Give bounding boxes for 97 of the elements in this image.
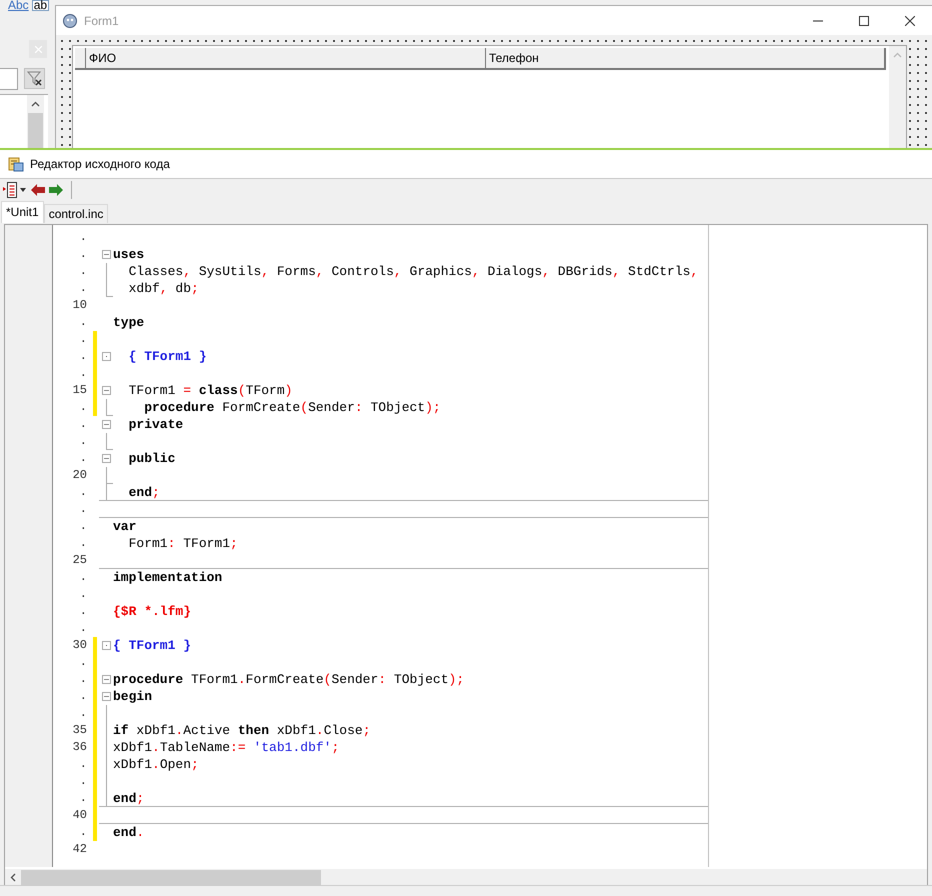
scroll-up-icon[interactable] xyxy=(31,101,40,107)
code-line: { TForm1 } xyxy=(113,637,192,654)
code-line: xDbf1.TableName:= 'tab1.dbf'; xyxy=(113,739,340,756)
line-number: . xyxy=(80,348,88,365)
right-arrow-icon xyxy=(49,184,63,196)
line-number: . xyxy=(80,620,88,637)
code-line: public xyxy=(128,450,176,467)
line-number: . xyxy=(80,501,88,518)
code-line: begin xyxy=(113,688,152,705)
filter-field[interactable] xyxy=(0,68,18,90)
code-line: private xyxy=(128,416,184,433)
back-button[interactable] xyxy=(31,184,45,196)
code-line: if xDbf1.Active then xDbf1.Close; xyxy=(113,722,371,739)
fold-minus-icon[interactable] xyxy=(102,675,111,684)
code-line: end; xyxy=(128,484,160,501)
line-number: . xyxy=(80,756,88,773)
line-number: . xyxy=(80,824,88,841)
editor-tab[interactable]: control.inc xyxy=(44,204,108,223)
fold-minus-icon[interactable] xyxy=(102,386,111,395)
palette-label[interactable]: Abc xyxy=(8,0,29,11)
jump-list-button[interactable] xyxy=(3,181,27,199)
line-number: . xyxy=(80,569,88,586)
line-number: . xyxy=(80,263,88,280)
code-line: var xyxy=(113,518,136,535)
line-number: 35 xyxy=(72,722,88,739)
code-line: procedure TForm1.FormCreate(Sender: TObject); xyxy=(113,671,464,688)
line-number: 36 xyxy=(72,739,88,756)
line-number: . xyxy=(80,654,88,671)
line-number: . xyxy=(80,484,88,501)
fold-minus-icon[interactable] xyxy=(102,250,111,259)
editor-tab[interactable]: *Unit1 xyxy=(1,201,44,223)
line-number: . xyxy=(80,229,88,246)
fold-box-icon[interactable] xyxy=(102,641,111,650)
line-number: . xyxy=(80,688,88,705)
line-number: 20 xyxy=(72,467,88,484)
app-icon xyxy=(62,12,78,28)
code-line: TForm1 = class(TForm) xyxy=(128,382,292,399)
line-number: . xyxy=(80,773,88,790)
code-line: end; xyxy=(113,790,144,807)
line-number: . xyxy=(80,450,88,467)
window-title: Редактор исходного кода xyxy=(30,157,170,171)
code-line: implementation xyxy=(113,569,222,586)
code-line: Classes, SysUtils, Forms, Controls, Graphics, Dialogs, DBGrids, StdCtrls, xyxy=(128,263,698,280)
code-line: Form1: TForm1; xyxy=(128,535,238,552)
line-number: 30 xyxy=(72,637,88,654)
line-number: . xyxy=(80,586,88,603)
fold-minus-icon[interactable] xyxy=(102,420,111,429)
vertical-scrollbar[interactable] xyxy=(27,95,44,148)
maximize-icon xyxy=(859,16,869,26)
fold-minus-icon[interactable] xyxy=(102,454,111,463)
line-number: 42 xyxy=(72,841,88,858)
line-number: . xyxy=(80,331,88,348)
horizontal-scrollbar[interactable] xyxy=(5,869,927,885)
line-number: . xyxy=(80,603,88,620)
code-line: xdbf, db; xyxy=(128,280,199,297)
data-grid[interactable]: ФИО Телефон xyxy=(72,45,907,148)
scrollbar-thumb[interactable] xyxy=(28,113,43,148)
line-number: 10 xyxy=(72,297,88,314)
editor-app-icon xyxy=(8,156,24,172)
line-number: . xyxy=(80,365,88,382)
fold-minus-icon[interactable] xyxy=(102,692,111,701)
scrollbar-thumb[interactable] xyxy=(21,870,321,884)
code-line: { TForm1 } xyxy=(128,348,207,365)
close-icon xyxy=(905,16,915,26)
palette-control[interactable]: ab xyxy=(32,0,50,11)
line-number: . xyxy=(80,246,88,263)
line-number: . xyxy=(80,314,88,331)
line-number: . xyxy=(80,790,88,807)
window-title: Form1 xyxy=(84,14,119,28)
funnel-cross-icon xyxy=(27,71,42,86)
left-arrow-icon xyxy=(31,184,45,196)
code-line: type xyxy=(113,314,144,331)
vertical-scrollbar[interactable] xyxy=(889,46,906,148)
line-number: . xyxy=(80,280,88,297)
column-header[interactable]: Телефон xyxy=(486,48,886,68)
scroll-left-icon[interactable] xyxy=(10,872,16,882)
line-number: . xyxy=(80,399,88,416)
clear-filter-button[interactable] xyxy=(24,68,45,89)
line-number: 40 xyxy=(72,807,88,824)
line-number: . xyxy=(80,705,88,722)
column-header[interactable]: ФИО xyxy=(86,48,486,68)
code-line: procedure FormCreate(Sender: TObject); xyxy=(143,399,441,416)
close-icon xyxy=(34,46,42,52)
line-number: . xyxy=(80,433,88,450)
code-line: uses xyxy=(113,246,144,263)
document-list-icon xyxy=(3,181,27,199)
line-number: . xyxy=(80,671,88,688)
line-number: 25 xyxy=(72,552,88,569)
line-number: 15 xyxy=(72,382,88,399)
line-number: . xyxy=(80,518,88,535)
forward-button[interactable] xyxy=(49,184,63,196)
code-line: xDbf1.Open; xyxy=(113,756,199,773)
fold-box-icon[interactable] xyxy=(102,352,111,361)
code-line: end. xyxy=(113,824,144,841)
code-line: {$R *.lfm} xyxy=(113,603,192,620)
line-number: . xyxy=(80,535,88,552)
line-number: . xyxy=(80,416,88,433)
